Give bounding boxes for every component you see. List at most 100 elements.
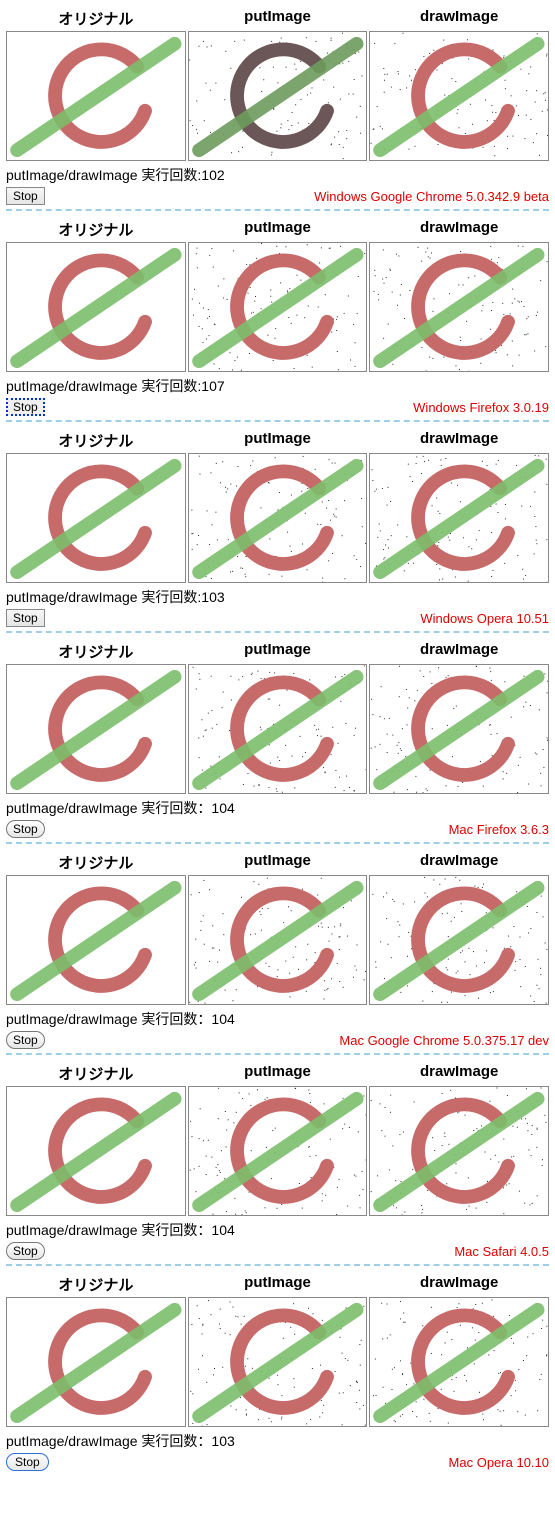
header-putImage: putImage bbox=[188, 850, 368, 875]
test-section: オリジナルputImagedrawImage putImage/drawImage… bbox=[6, 217, 549, 422]
original-canvas bbox=[6, 242, 186, 372]
original-canvas bbox=[6, 875, 186, 1005]
header-drawImage: drawImage bbox=[369, 639, 549, 664]
header-original: オリジナル bbox=[6, 1061, 186, 1086]
header-putImage: putImage bbox=[188, 1061, 368, 1086]
count-separator: ： bbox=[197, 1433, 211, 1449]
stop-button[interactable]: Stop bbox=[6, 1453, 49, 1471]
canvas-headers: オリジナルputImagedrawImage bbox=[6, 6, 549, 31]
header-original: オリジナル bbox=[6, 850, 186, 875]
test-section: オリジナルputImagedrawImage putImage/drawImage… bbox=[6, 1272, 549, 1475]
execution-count: putImage/drawImage 実行回数：104 bbox=[6, 1009, 549, 1029]
test-section: オリジナルputImagedrawImageputImage/drawImage… bbox=[6, 1061, 549, 1266]
putimage-canvas bbox=[188, 664, 368, 794]
count-prefix: putImage/drawImage 実行回数 bbox=[6, 800, 197, 816]
execution-count: putImage/drawImage 実行回数：104 bbox=[6, 1220, 549, 1240]
stop-button[interactable]: Stop bbox=[6, 398, 45, 416]
canvas-headers: オリジナルputImagedrawImage bbox=[6, 428, 549, 453]
header-original: オリジナル bbox=[6, 1272, 186, 1297]
putimage-canvas bbox=[188, 1297, 368, 1427]
count-separator: ： bbox=[197, 1222, 211, 1238]
count-value: 103 bbox=[201, 589, 224, 605]
canvas-row bbox=[6, 1086, 549, 1216]
original-canvas bbox=[6, 1086, 186, 1216]
header-original: オリジナル bbox=[6, 6, 186, 31]
execution-count: putImage/drawImage 実行回数：103 bbox=[6, 1431, 549, 1451]
count-value: 102 bbox=[201, 167, 224, 183]
browser-label: Mac Opera 10.10 bbox=[449, 1455, 549, 1470]
putimage-canvas bbox=[188, 1086, 368, 1216]
stop-button[interactable]: Stop bbox=[6, 609, 45, 627]
putimage-canvas bbox=[188, 242, 368, 372]
count-value: 104 bbox=[211, 1222, 234, 1238]
header-drawImage: drawImage bbox=[369, 428, 549, 453]
stop-button[interactable]: Stop bbox=[6, 820, 45, 838]
canvas-headers: オリジナルputImagedrawImage bbox=[6, 217, 549, 242]
count-separator: ： bbox=[197, 800, 211, 816]
count-value: 104 bbox=[211, 1011, 234, 1027]
canvas-row bbox=[6, 453, 549, 583]
control-row: Stop Mac Google Chrome 5.0.375.17 dev bbox=[6, 1031, 549, 1049]
header-putImage: putImage bbox=[188, 428, 368, 453]
canvas-row bbox=[6, 1297, 549, 1427]
drawimage-canvas bbox=[369, 242, 549, 372]
drawimage-canvas bbox=[369, 664, 549, 794]
count-prefix: putImage/drawImage 実行回数 bbox=[6, 1433, 197, 1449]
count-value: 107 bbox=[201, 378, 224, 394]
browser-label: Windows Opera 10.51 bbox=[420, 611, 549, 626]
original-canvas bbox=[6, 31, 186, 161]
putimage-canvas bbox=[188, 453, 368, 583]
browser-label: Windows Google Chrome 5.0.342.9 beta bbox=[314, 189, 549, 204]
header-putImage: putImage bbox=[188, 1272, 368, 1297]
drawimage-canvas bbox=[369, 1297, 549, 1427]
count-prefix: putImage/drawImage 実行回数 bbox=[6, 1222, 197, 1238]
test-section: オリジナルputImagedrawImage putImage/drawImage… bbox=[6, 428, 549, 633]
stop-button[interactable]: Stop bbox=[6, 1031, 45, 1049]
test-section: オリジナルputImagedrawImage putImage/drawImage… bbox=[6, 639, 549, 844]
count-value: 103 bbox=[211, 1433, 234, 1449]
count-prefix: putImage/drawImage 実行回数 bbox=[6, 167, 197, 183]
browser-label: Windows Firefox 3.0.19 bbox=[413, 400, 549, 415]
putimage-canvas bbox=[188, 875, 368, 1005]
browser-label: Mac Google Chrome 5.0.375.17 dev bbox=[339, 1033, 549, 1048]
test-section: オリジナルputImagedrawImage putImage/drawImage… bbox=[6, 850, 549, 1055]
header-putImage: putImage bbox=[188, 217, 368, 242]
drawimage-canvas bbox=[369, 1086, 549, 1216]
test-section: オリジナルputImagedrawImage putImage/drawImage… bbox=[6, 6, 549, 211]
canvas-row bbox=[6, 664, 549, 794]
count-separator: ： bbox=[197, 1011, 211, 1027]
execution-count: putImage/drawImage 実行回数：104 bbox=[6, 798, 549, 818]
canvas-row bbox=[6, 875, 549, 1005]
header-original: オリジナル bbox=[6, 428, 186, 453]
header-drawImage: drawImage bbox=[369, 1272, 549, 1297]
original-canvas bbox=[6, 1297, 186, 1427]
count-value: 104 bbox=[211, 800, 234, 816]
header-putImage: putImage bbox=[188, 6, 368, 31]
original-canvas bbox=[6, 664, 186, 794]
count-prefix: putImage/drawImage 実行回数 bbox=[6, 378, 197, 394]
header-drawImage: drawImage bbox=[369, 6, 549, 31]
count-prefix: putImage/drawImage 実行回数 bbox=[6, 589, 197, 605]
stop-button[interactable]: Stop bbox=[6, 1242, 45, 1260]
header-putImage: putImage bbox=[188, 639, 368, 664]
putimage-canvas bbox=[188, 31, 368, 161]
execution-count: putImage/drawImage 実行回数:102 bbox=[6, 165, 549, 185]
stop-button[interactable]: Stop bbox=[6, 187, 45, 205]
browser-label: Mac Safari 4.0.5 bbox=[454, 1244, 549, 1259]
canvas-row bbox=[6, 242, 549, 372]
canvas-row bbox=[6, 31, 549, 161]
canvas-headers: オリジナルputImagedrawImage bbox=[6, 850, 549, 875]
header-drawImage: drawImage bbox=[369, 217, 549, 242]
control-row: Stop Mac Opera 10.10 bbox=[6, 1453, 549, 1471]
original-canvas bbox=[6, 453, 186, 583]
execution-count: putImage/drawImage 実行回数:107 bbox=[6, 376, 549, 396]
count-prefix: putImage/drawImage 実行回数 bbox=[6, 1011, 197, 1027]
canvas-headers: オリジナルputImagedrawImage bbox=[6, 639, 549, 664]
control-row: Stop Windows Google Chrome 5.0.342.9 beta bbox=[6, 187, 549, 205]
control-row: Stop Mac Safari 4.0.5 bbox=[6, 1242, 549, 1260]
drawimage-canvas bbox=[369, 31, 549, 161]
drawimage-canvas bbox=[369, 453, 549, 583]
browser-label: Mac Firefox 3.6.3 bbox=[449, 822, 549, 837]
header-drawImage: drawImage bbox=[369, 850, 549, 875]
canvas-headers: オリジナルputImagedrawImage bbox=[6, 1272, 549, 1297]
